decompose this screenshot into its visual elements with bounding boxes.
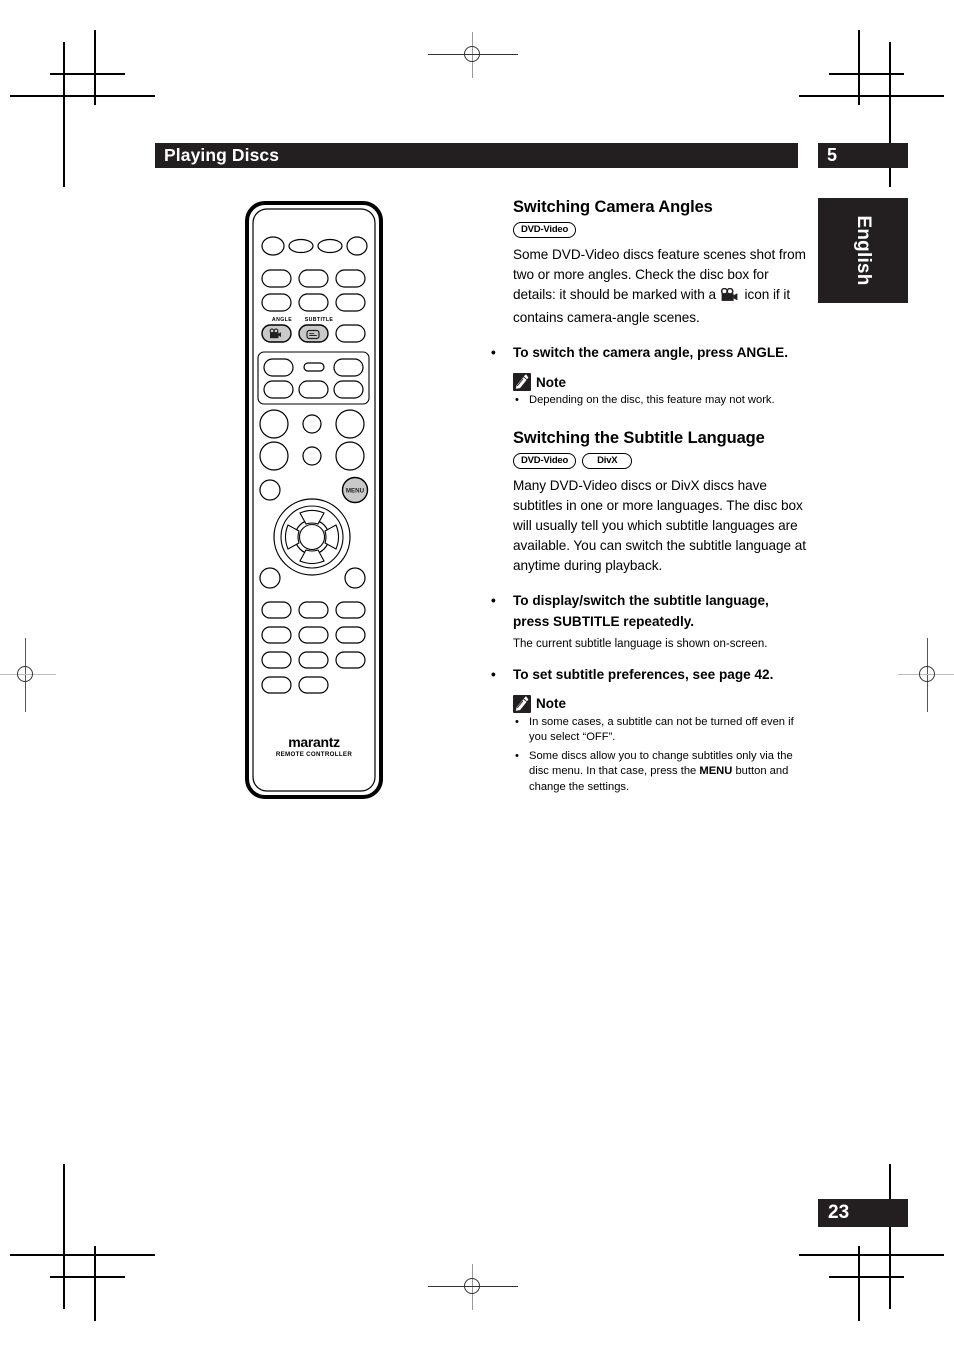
registration-mark-top xyxy=(428,32,518,78)
bullet-dot: • xyxy=(515,749,519,762)
instruction-text: To switch the camera angle, press ANGLE. xyxy=(513,345,788,360)
page-title: Playing Discs xyxy=(164,145,280,165)
remote-brand: marantz xyxy=(288,734,340,750)
movie-camera-icon xyxy=(720,287,740,308)
manual-page: Playing Discs 5 English 23 MENU ANGLE SU… xyxy=(0,0,954,1351)
remote-control-illustration: MENU ANGLE SUBTITLE marantz REMOTE CONTR… xyxy=(244,200,384,805)
section-heading-subtitle-language: Switching the Subtitle Language xyxy=(513,428,765,447)
bullet-dot: • xyxy=(491,666,496,682)
instruction-switch-camera-angle: • To switch the camera angle, press ANGL… xyxy=(487,342,807,363)
note-item: • In some cases, a subtitle can not be t… xyxy=(513,715,807,746)
note-items-subtitle-language: • In some cases, a subtitle can not be t… xyxy=(513,715,807,796)
remote-label-angle: ANGLE xyxy=(271,317,293,323)
crop-mark-bottom-left xyxy=(0,1164,155,1351)
disc-badges-camera-angles: DVD-Video xyxy=(513,222,807,238)
crop-mark-top-right xyxy=(799,0,954,187)
badge-dvd-video: DVD-Video xyxy=(513,452,577,469)
crop-mark-bottom-right xyxy=(799,1164,954,1351)
disc-badges-subtitle-language: DVD-Video DivX xyxy=(513,452,807,469)
instruction-text: To set subtitle preferences, see page 42… xyxy=(513,666,774,682)
note-header: Note xyxy=(513,373,807,391)
chapter-number-badge: 5 xyxy=(818,143,908,168)
instruction-display-switch-subtitle: • To display/switch the subtitle languag… xyxy=(487,590,807,632)
registration-mark-bottom xyxy=(428,1264,518,1310)
note-item: • Some discs allow you to change subtitl… xyxy=(513,749,807,796)
instruction-subtitle-preferences: • To set subtitle preferences, see page … xyxy=(487,664,807,685)
instruction-line1: To display/switch the subtitle language, xyxy=(513,592,769,608)
bullet-dot: • xyxy=(491,345,496,360)
note-label: Note xyxy=(536,696,566,711)
remote-brand-subtitle: REMOTE CONTROLLER xyxy=(275,751,353,758)
remote-label-subtitle: SUBTITLE xyxy=(304,317,334,323)
section-heading-camera-angles: Switching Camera Angles xyxy=(513,198,713,216)
crop-mark-top-left xyxy=(0,0,155,187)
badge-dvd-video: DVD-Video xyxy=(513,222,577,238)
chapter-header-bar: Playing Discs xyxy=(155,143,798,168)
language-tab-label: English xyxy=(853,215,874,286)
note-item: • Depending on the disc, this feature ma… xyxy=(513,393,807,409)
pencil-icon xyxy=(513,373,531,391)
section-body-subtitle-language: Many DVD-Video discs or DivX discs have … xyxy=(513,477,806,573)
instruction-subnote: The current subtitle language is shown o… xyxy=(513,637,768,650)
note-block-subtitle-language: Note • In some cases, a subtitle can not… xyxy=(513,694,807,796)
badge-divx: DivX xyxy=(582,452,633,469)
note-label: Note xyxy=(536,374,566,390)
note-block-camera-angles: Note • Depending on the disc, this featu… xyxy=(513,373,807,409)
page-number: 23 xyxy=(818,1199,908,1227)
registration-mark-right xyxy=(898,638,954,712)
bullet-dot: • xyxy=(515,394,519,406)
pencil-icon xyxy=(513,694,531,713)
language-tab: English xyxy=(818,198,908,303)
note-items-camera-angles: • Depending on the disc, this feature ma… xyxy=(513,393,807,409)
svg-text:MENU: MENU xyxy=(346,488,365,495)
note-item-text-bold: MENU xyxy=(699,765,733,777)
note-item-text: In some cases, a subtitle can not be tur… xyxy=(529,715,794,744)
note-header: Note xyxy=(513,694,807,713)
bullet-dot: • xyxy=(515,715,519,728)
section-body-camera-angles: Some DVD-Video discs feature scenes shot… xyxy=(513,245,807,328)
note-item-text: Depending on the disc, this feature may … xyxy=(529,394,775,406)
bullet-dot: • xyxy=(491,592,496,608)
registration-mark-left xyxy=(0,638,56,712)
content-column: Switching Camera Angles DVD-Video Some D… xyxy=(487,198,807,807)
instruction-line2: press SUBTITLE repeatedly. xyxy=(513,613,695,629)
